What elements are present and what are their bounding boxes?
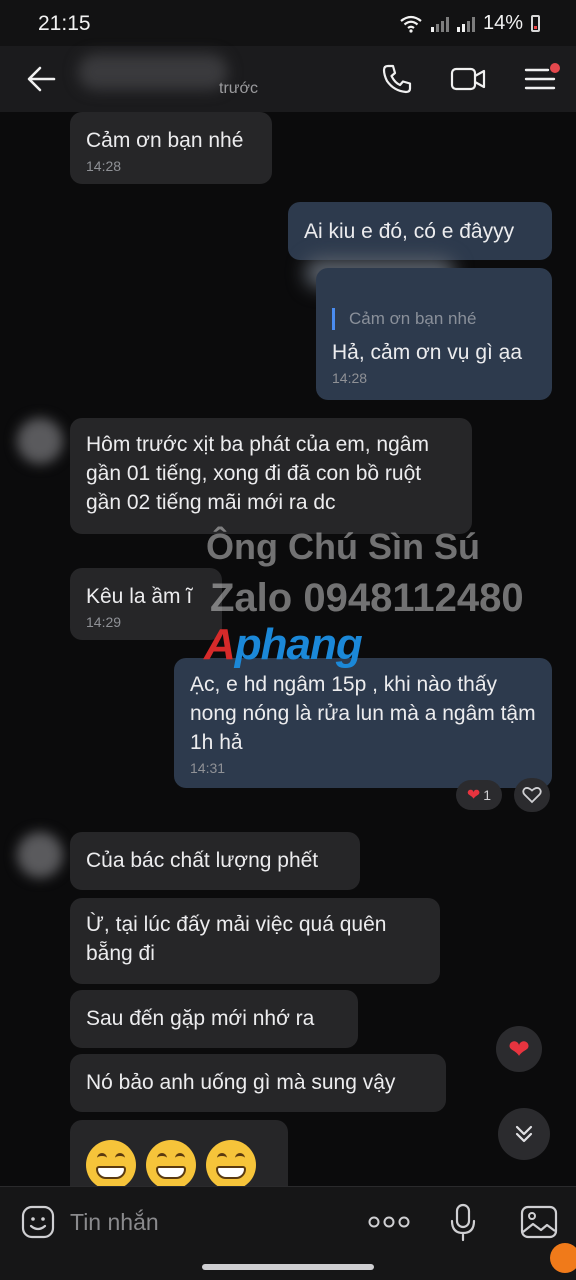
watermark-logo: Aphang <box>204 620 363 669</box>
last-seen-text: trước <box>219 80 258 97</box>
grinning-face-emoji <box>206 1140 256 1186</box>
message-incoming[interactable]: Hôm trước xịt ba phát của em, ngâm gần 0… <box>70 418 472 534</box>
message-text: Hả, cảm ơn vụ gì ạa <box>332 341 523 364</box>
message-text: Kêu la ầm ĩ <box>86 585 193 608</box>
message-text: Của bác chất lượng phết <box>86 849 319 872</box>
message-text: Ạc, e hd ngâm 15p , khi nào thấy nong nó… <box>190 673 536 754</box>
message-emoji[interactable] <box>70 1120 288 1186</box>
sender-avatar[interactable] <box>17 418 63 464</box>
battery-icon <box>531 15 540 32</box>
signal-1-icon <box>430 16 449 32</box>
sender-avatar[interactable] <box>17 832 63 878</box>
message-outgoing-reply[interactable]: Cảm ơn bạn nhé Hả, cảm ơn vụ gì ạa 14:28 <box>316 268 552 400</box>
message-incoming[interactable]: Ừ, tại lúc đấy mải việc quá quên bẵng đi <box>70 898 440 984</box>
message-text: Ừ, tại lúc đấy mải việc quá quên bẵng đi <box>86 913 387 965</box>
back-arrow-icon[interactable] <box>24 62 58 96</box>
image-gallery-icon[interactable] <box>520 1205 558 1241</box>
status-bar: 21:15 14% <box>0 0 576 46</box>
message-time: 14:29 <box>86 614 122 630</box>
message-outgoing[interactable]: Ai kiu e đó, có e đâyyy <box>288 202 552 260</box>
sticker-emoji-icon[interactable] <box>20 1204 56 1240</box>
message-outgoing[interactable]: Ạc, e hd ngâm 15p , khi nào thấy nong nó… <box>174 658 552 788</box>
heart-icon: ❤ <box>466 787 481 804</box>
wifi-icon <box>400 15 422 33</box>
chat-area[interactable]: Cảm ơn bạn nhé 14:28 Ai kiu e đó, có e đ… <box>0 112 576 1186</box>
message-incoming[interactable]: Nó bảo anh uống gì mà sung vậy <box>70 1054 446 1112</box>
reaction-badge[interactable]: ❤ 1 <box>456 780 502 810</box>
gesture-nav-bar[interactable] <box>202 1264 374 1270</box>
video-call-icon[interactable] <box>449 60 487 98</box>
signal-2-icon <box>456 16 475 32</box>
microphone-icon[interactable] <box>450 1203 476 1243</box>
message-input[interactable]: Tin nhắn <box>70 1209 159 1236</box>
status-indicators: 14% <box>399 12 540 35</box>
message-text: Sau đến gặp mới nhớ ra <box>86 1007 315 1030</box>
more-options-icon[interactable] <box>368 1215 410 1229</box>
watermark-name: Ông Chú Sìn Sú <box>206 526 480 567</box>
message-time: 14:28 <box>86 158 122 174</box>
quoted-message[interactable]: Cảm ơn bạn nhé <box>332 308 536 330</box>
grinning-face-emoji <box>86 1140 136 1186</box>
grinning-face-emoji <box>146 1140 196 1186</box>
message-incoming[interactable]: Kêu la ầm ĩ 14:29 <box>70 568 222 640</box>
message-text: Hôm trước xịt ba phát của em, ngâm gần 0… <box>86 433 429 514</box>
message-time: 14:31 <box>190 760 226 776</box>
react-button[interactable] <box>514 778 550 812</box>
battery-percent: 14% <box>482 12 523 34</box>
scroll-to-bottom-button[interactable] <box>498 1108 550 1160</box>
message-incoming[interactable]: Cảm ơn bạn nhé 14:28 <box>70 112 272 184</box>
watermark-zalo: Zalo 0948112480 <box>210 576 524 620</box>
heart-outline-icon <box>522 787 542 804</box>
message-incoming[interactable]: Của bác chất lượng phết <box>70 832 360 890</box>
reaction-count: 1 <box>483 787 492 803</box>
chat-header: trước <box>0 46 576 112</box>
heart-icon: ❤ <box>508 1034 530 1064</box>
menu-list-icon[interactable] <box>522 60 560 98</box>
contact-name-blurred[interactable] <box>78 54 228 90</box>
phone-call-icon[interactable] <box>378 60 416 98</box>
double-chevron-down-icon <box>515 1125 533 1143</box>
message-text: Ai kiu e đó, có e đâyyy <box>304 220 515 243</box>
heart-reaction-button[interactable]: ❤ <box>496 1026 542 1072</box>
message-incoming[interactable]: Sau đến gặp mới nhớ ra <box>70 990 358 1048</box>
message-text: Nó bảo anh uống gì mà sung vậy <box>86 1071 396 1094</box>
message-text: Cảm ơn bạn nhé <box>86 129 244 152</box>
message-time: 14:28 <box>332 370 368 386</box>
floating-badge[interactable] <box>550 1243 576 1273</box>
status-time: 21:15 <box>38 12 91 35</box>
